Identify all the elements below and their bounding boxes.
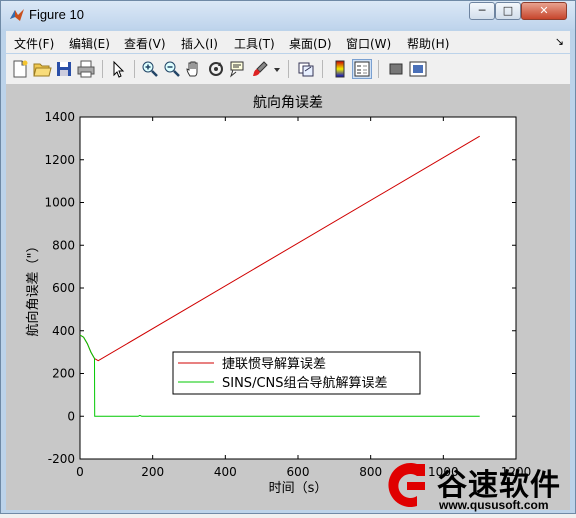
rotate-3d-icon[interactable]	[206, 59, 226, 79]
toolbar-separator	[102, 60, 103, 78]
x-tick-label: 200	[141, 465, 164, 479]
menu-view[interactable]: 查看(V)	[124, 35, 166, 52]
new-figure-icon[interactable]	[10, 59, 30, 79]
menu-desktop[interactable]: 桌面(D)	[289, 35, 332, 52]
y-tick-label: -200	[48, 452, 75, 466]
chart[interactable]: 航向角误差 -2000200400600800100012001400 0 200…	[6, 85, 570, 510]
y-tick-label: 0	[67, 409, 75, 423]
hide-plot-tools-icon[interactable]	[386, 59, 406, 79]
watermark: 谷速软件 www.qususoft.com	[377, 458, 573, 514]
legend-label-series-1: 捷联惯导解算误差	[222, 356, 326, 372]
toolbar-separator	[288, 60, 289, 78]
colorbar-icon[interactable]	[330, 59, 350, 79]
save-icon[interactable]	[54, 59, 74, 79]
y-tick-label: 1200	[44, 153, 75, 167]
y-axis-label: 航向角误差（"）	[25, 240, 41, 337]
open-file-icon[interactable]	[32, 59, 52, 79]
y-tick-label: 600	[52, 281, 75, 295]
figure-window: Figure 10 ─ □ ✕ 文件(F) 编辑(E) 查看(V) 插入(I) …	[0, 0, 576, 514]
menu-overflow-arrow-icon[interactable]: ↘	[555, 35, 564, 48]
title-bar[interactable]: Figure 10 ─ □ ✕	[1, 1, 575, 29]
y-tick-label: 800	[52, 238, 75, 252]
figure-canvas: 航向角误差 -200 0 200 400 600 800 1000 1200 1400 0 200…	[6, 85, 570, 510]
x-tick-label: 0	[76, 465, 84, 479]
brush-dropdown-icon[interactable]	[272, 59, 282, 79]
link-plot-icon[interactable]	[296, 59, 316, 79]
window-title: Figure 10	[29, 7, 84, 22]
toolbar	[6, 54, 570, 85]
y-tick-label: 400	[52, 324, 75, 338]
watermark-url: www.qususoft.com	[439, 498, 549, 512]
select-arrow-icon[interactable]	[108, 59, 128, 79]
zoom-out-icon[interactable]	[162, 59, 182, 79]
toolbar-separator	[134, 60, 135, 78]
x-tick-label: 400	[214, 465, 237, 479]
zoom-in-icon[interactable]	[140, 59, 160, 79]
brush-icon[interactable]	[250, 59, 270, 79]
matlab-logo-icon	[10, 9, 24, 21]
y-tick-label: 1000	[44, 196, 75, 210]
data-cursor-icon[interactable]	[228, 59, 248, 79]
toolbar-separator	[378, 60, 379, 78]
plot-area[interactable]	[79, 116, 517, 460]
y-tick-label: 1400	[44, 110, 75, 124]
menu-help[interactable]: 帮助(H)	[407, 35, 449, 52]
menu-bar: 文件(F) 编辑(E) 查看(V) 插入(I) 工具(T) 桌面(D) 窗口(W…	[6, 31, 570, 53]
menu-insert[interactable]: 插入(I)	[181, 35, 218, 52]
x-axis-label: 时间（s）	[269, 481, 328, 496]
legend-icon[interactable]	[352, 59, 372, 79]
menu-tools[interactable]: 工具(T)	[234, 35, 275, 52]
legend-label-series-2: SINS/CNS组合导航解算误差	[222, 375, 388, 391]
maximize-button[interactable]: □	[495, 2, 521, 20]
chart-title: 航向角误差	[253, 95, 323, 111]
close-button[interactable]: ✕	[521, 2, 567, 20]
x-tick-label: 600	[287, 465, 310, 479]
menu-window[interactable]: 窗口(W)	[346, 35, 391, 52]
minimize-button[interactable]: ─	[469, 2, 495, 20]
menu-edit[interactable]: 编辑(E)	[69, 35, 110, 52]
show-plot-tools-icon[interactable]	[408, 59, 428, 79]
legend[interactable]: 捷联惯导解算误差 SINS/CNS组合导航解算误差	[172, 351, 421, 395]
y-tick-label: 200	[52, 367, 75, 381]
menu-file[interactable]: 文件(F)	[14, 35, 54, 52]
print-icon[interactable]	[76, 59, 96, 79]
pan-hand-icon[interactable]	[184, 59, 204, 79]
toolbar-separator	[322, 60, 323, 78]
